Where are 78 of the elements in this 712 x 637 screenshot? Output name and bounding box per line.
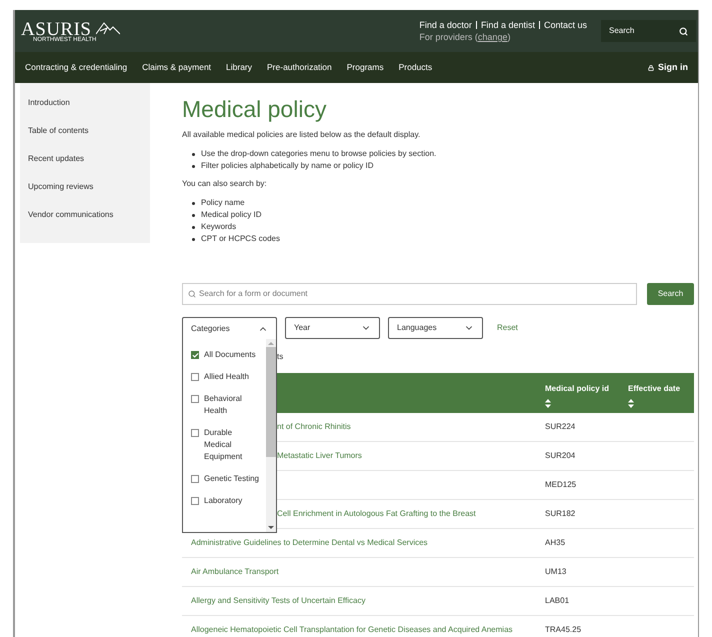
search-icon[interactable] (679, 26, 688, 36)
column-header[interactable]: Effective date (628, 383, 694, 395)
check-icon (192, 352, 198, 358)
checkbox[interactable] (191, 429, 199, 437)
policy-link[interactable]: Allergy and Sensitivity Tests of Uncertain Efficacy (191, 596, 366, 605)
sidebar-link[interactable]: Table of contents (28, 125, 150, 136)
bullet-text: Use the drop-down categories menu to browse policies by section. (201, 148, 436, 160)
nav-link[interactable]: Contracting & credentialing (25, 61, 128, 74)
scroll-down-icon[interactable] (268, 524, 274, 532)
search-by-text: You can also search by: (182, 178, 268, 190)
checkbox[interactable] (191, 497, 199, 505)
bullet-icon (192, 153, 195, 156)
policy-id: UM13 (545, 567, 566, 576)
bullet-icon (192, 202, 195, 205)
providers-text: For providers (change) (419, 31, 512, 43)
nav-link[interactable]: Programs (346, 61, 384, 74)
checkbox[interactable] (191, 395, 199, 403)
category-option[interactable]: Behavioral Health (191, 393, 261, 417)
intro-text: All available medical policies are listed below as the default display. (182, 129, 422, 141)
category-option[interactable]: Laboratory (191, 495, 261, 507)
policy-id: AH35 (545, 538, 566, 547)
policy-id: MED125 (545, 480, 576, 489)
scrollbar[interactable] (266, 339, 276, 532)
policy-id: LAB01 (545, 596, 570, 605)
filter-dropdown[interactable]: Year (285, 317, 380, 339)
bullet-icon (192, 165, 195, 168)
scroll-thumb[interactable] (266, 347, 276, 457)
sidebar-link[interactable]: Upcoming reviews (28, 181, 150, 192)
sidebar-link[interactable]: Introduction (28, 97, 150, 108)
lock-icon (648, 64, 654, 70)
column-header[interactable]: Medical policy id (545, 383, 628, 395)
sidebar-link[interactable]: Recent updates (28, 153, 150, 164)
nav-link[interactable]: Products (398, 61, 432, 74)
bullet-text: Keywords (201, 221, 236, 233)
sidebar-link[interactable]: Vendor communications (28, 209, 150, 220)
bullet-text: Medical policy ID (201, 209, 262, 221)
change-link[interactable]: change (478, 32, 508, 42)
document-search-field[interactable]: Search for a form or document (182, 283, 637, 305)
checkbox[interactable] (191, 475, 199, 483)
sort-icon[interactable] (628, 399, 634, 408)
bullet-icon (192, 238, 195, 241)
policy-id: SUR204 (545, 451, 576, 460)
policy-id: SUR224 (545, 422, 576, 431)
sort-icon[interactable] (545, 399, 551, 408)
bullet-icon (192, 226, 195, 229)
scroll-up-icon[interactable] (268, 339, 274, 347)
search-button[interactable]: Search (647, 283, 694, 305)
policy-link[interactable]: Metastatic Liver Tumors (277, 451, 362, 460)
search-icon (188, 290, 196, 298)
nav-link[interactable]: Pre-authorization (267, 61, 332, 74)
page-title: Medical policy (182, 95, 328, 123)
policy-link[interactable]: nt of Chronic Rhinitis (277, 422, 351, 431)
header-search-field[interactable]: Search (601, 20, 696, 42)
policy-link[interactable]: Cell Enrichment in Autologous Fat Grafting to the Breast (277, 509, 476, 518)
checkbox[interactable] (191, 373, 199, 381)
header-link[interactable]: Contact us (544, 19, 587, 31)
results-text: ts (277, 351, 284, 363)
bullet-text: CPT or HCPCS codes (201, 233, 280, 245)
policy-link[interactable]: Administrative Guidelines to Determine Dental vs Medical Services (191, 538, 428, 547)
mountain-icon (96, 22, 120, 36)
filter-dropdown[interactable]: Languages (388, 317, 483, 339)
policy-id: TRA45.25 (545, 625, 582, 634)
category-option[interactable]: Allied Health (191, 371, 261, 383)
sign-in-link[interactable]: Sign in (658, 60, 688, 74)
category-option[interactable]: Durable Medical Equipment (191, 427, 261, 463)
reset-link[interactable]: Reset (497, 322, 518, 334)
bullet-icon (192, 214, 195, 217)
policy-id: SUR182 (545, 509, 576, 518)
nav-link[interactable]: Library (226, 61, 252, 74)
policy-link[interactable]: Air Ambulance Transport (191, 567, 279, 576)
nav-link[interactable]: Claims & payment (142, 61, 212, 74)
header-link[interactable]: Find a doctor (419, 19, 472, 31)
policy-link[interactable]: Allogeneic Hematopoietic Cell Transplantation for Genetic Diseases and Acquired Anemias (191, 625, 513, 634)
category-option[interactable]: All Documents (191, 349, 261, 361)
bullet-text: Policy name (201, 197, 245, 209)
bullet-text: Filter policies alphabetically by name or policy ID (201, 160, 374, 172)
category-option[interactable]: Genetic Testing (191, 473, 261, 485)
header-link[interactable]: Find a dentist (480, 19, 535, 31)
